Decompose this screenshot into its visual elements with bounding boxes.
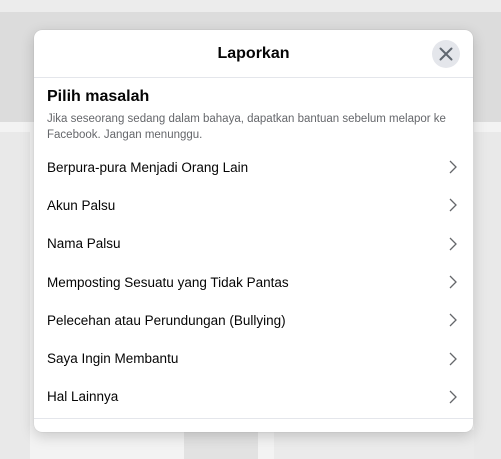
option-label: Saya Ingin Membantu — [47, 351, 179, 367]
close-icon — [439, 47, 453, 61]
option-label: Hal Lainnya — [47, 389, 119, 405]
chevron-right-icon — [449, 237, 457, 251]
problem-section: Pilih masalah Jika seseorang sedang dala… — [34, 78, 473, 143]
dialog-footer-divider — [34, 418, 473, 419]
background-card-right — [474, 132, 501, 459]
option-label: Berpura-pura Menjadi Orang Lain — [47, 159, 249, 175]
section-description: Jika seseorang sedang dalam bahaya, dapa… — [47, 113, 446, 141]
option-label: Pelecehan atau Perundungan (Bullying) — [47, 312, 286, 328]
chevron-right-icon — [449, 160, 457, 174]
report-dialog: Laporkan Pilih masalah Jika seseorang se… — [34, 30, 473, 432]
background-page-top — [0, 0, 501, 12]
option-harassment[interactable]: Pelecehan atau Perundungan (Bullying) — [34, 301, 473, 339]
option-label: Memposting Sesuatu yang Tidak Pantas — [47, 274, 289, 290]
background-card-left — [0, 132, 30, 459]
chevron-right-icon — [449, 198, 457, 212]
option-something-else[interactable]: Hal Lainnya — [34, 378, 473, 416]
option-want-to-help[interactable]: Saya Ingin Membantu — [34, 339, 473, 377]
chevron-right-icon — [449, 275, 457, 289]
chevron-right-icon — [449, 390, 457, 404]
option-fake-name[interactable]: Nama Palsu — [34, 225, 473, 263]
dialog-title: Laporkan — [217, 44, 290, 62]
section-heading: Pilih masalah — [47, 88, 150, 105]
chevron-right-icon — [449, 352, 457, 366]
option-label: Akun Palsu — [47, 197, 116, 213]
option-impersonation[interactable]: Berpura-pura Menjadi Orang Lain — [34, 148, 473, 186]
option-fake-account[interactable]: Akun Palsu — [34, 186, 473, 224]
chevron-right-icon — [449, 313, 457, 327]
option-label: Nama Palsu — [47, 236, 121, 252]
background-block — [274, 430, 474, 459]
dialog-header: Laporkan — [34, 30, 473, 78]
background-block — [184, 430, 258, 459]
close-button[interactable] — [432, 40, 460, 68]
report-options-list: Berpura-pura Menjadi Orang Lain Akun Pal… — [34, 148, 473, 416]
option-inappropriate-post[interactable]: Memposting Sesuatu yang Tidak Pantas — [34, 263, 473, 301]
